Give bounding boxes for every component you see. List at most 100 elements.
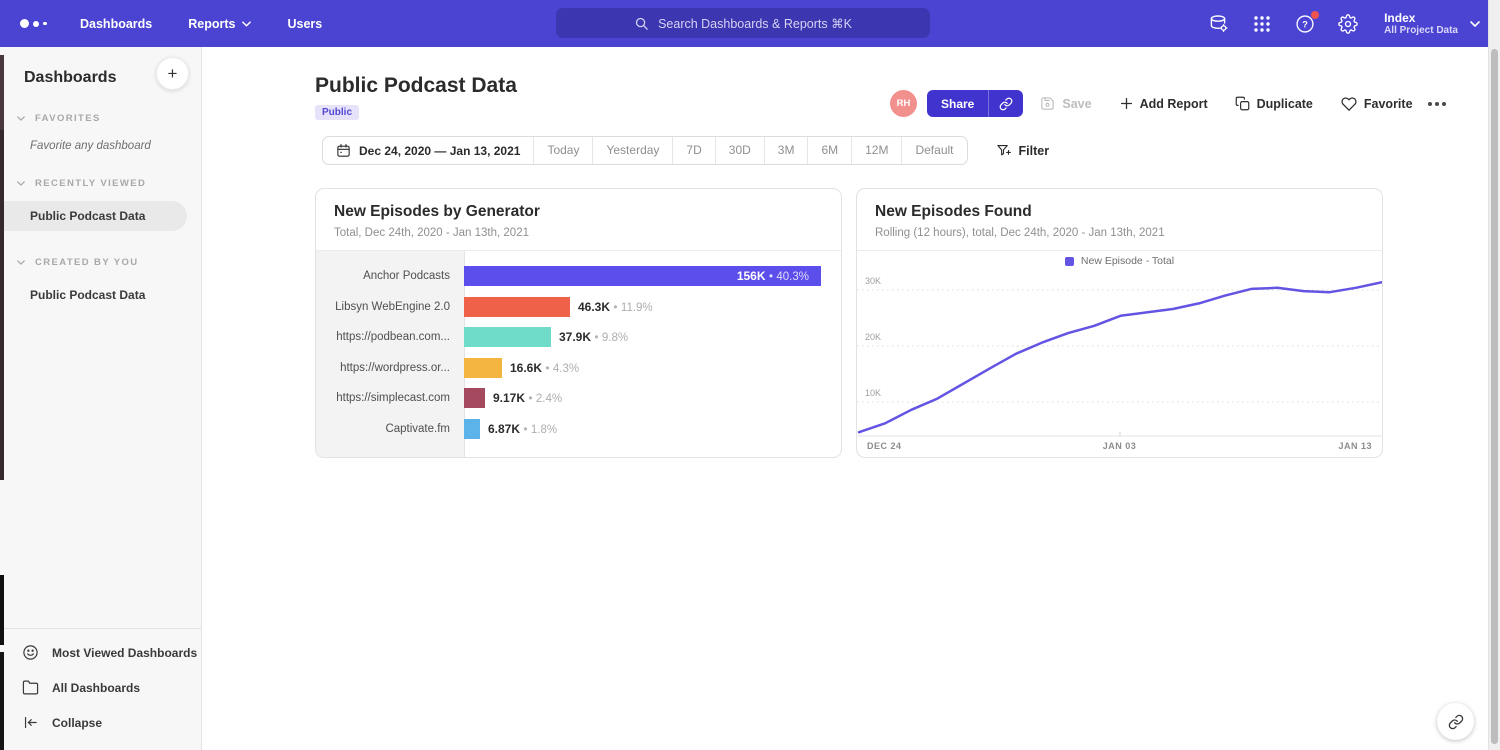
sidebar: Dashboards + FAVORITES Favorite any dash… — [0, 47, 202, 750]
preset-yesterday[interactable]: Yesterday — [592, 137, 672, 164]
preset-30d[interactable]: 30D — [715, 137, 764, 164]
heart-icon — [1341, 96, 1357, 112]
all-dashboards-button[interactable]: All Dashboards — [0, 670, 201, 705]
bar-category-label: Anchor Podcasts — [316, 270, 464, 282]
screen-edge-artifact — [0, 652, 4, 750]
nav-item-reports[interactable]: Reports — [188, 17, 251, 31]
gear-icon[interactable] — [1337, 13, 1359, 35]
chevron-down-icon — [242, 21, 251, 27]
bar-value-label: 156K • 40.3% — [737, 269, 809, 283]
preset-3m[interactable]: 3M — [764, 137, 808, 164]
collapse-sidebar-button[interactable]: Collapse — [0, 705, 201, 740]
preset-7d[interactable]: 7D — [672, 137, 714, 164]
nav-item-label: Dashboards — [80, 17, 152, 31]
section-label: RECENTLY VIEWED — [35, 178, 146, 189]
nav-item-label: Reports — [188, 17, 235, 31]
bar-value-label: 16.6K • 4.3% — [510, 361, 579, 375]
project-scope: All Project Data — [1384, 25, 1458, 37]
bar-category-label: https://podbean.com... — [316, 331, 464, 343]
bar-segment[interactable] — [464, 388, 485, 408]
svg-text:?: ? — [1302, 19, 1308, 29]
card-subtitle: Total, Dec 24th, 2020 - Jan 13th, 2021 — [334, 227, 823, 239]
nav-item-dashboards[interactable]: Dashboards — [80, 17, 152, 31]
plus-icon — [1120, 97, 1133, 110]
sidebar-footer: Most Viewed Dashboards All Dashboards Co… — [0, 628, 201, 750]
bar-segment[interactable] — [464, 297, 570, 317]
screen-edge-artifact — [0, 55, 4, 130]
preset-6m[interactable]: 6M — [807, 137, 851, 164]
filter-button[interactable]: Filter — [996, 143, 1050, 158]
bar-chart: Anchor Podcasts156K • 40.3%Libsyn WebEng… — [316, 251, 841, 457]
favorite-label: Favorite — [1364, 97, 1413, 111]
section-favorites[interactable]: FAVORITES — [0, 113, 201, 124]
toolbar: Dec 24, 2020 — Jan 13, 2021 TodayYesterd… — [322, 136, 1049, 165]
save-label: Save — [1062, 97, 1091, 111]
bar-segment[interactable] — [464, 327, 551, 347]
sidebar-item-public-podcast-data-created[interactable]: Public Podcast Data — [0, 280, 201, 310]
add-report-button[interactable]: Add Report — [1120, 97, 1208, 111]
date-range-label: Dec 24, 2020 — Jan 13, 2021 — [359, 144, 520, 158]
bar-row: https://simplecast.com9.17K • 2.4% — [316, 383, 841, 414]
section-recently-viewed[interactable]: RECENTLY VIEWED — [0, 178, 201, 189]
nav-item-label: Users — [287, 17, 322, 31]
header-actions: RH Share Save Add Report Duplicate Favor… — [890, 90, 1446, 117]
favorite-button[interactable]: Favorite — [1341, 96, 1413, 112]
apps-grid-icon[interactable] — [1251, 13, 1273, 35]
add-dashboard-button[interactable]: + — [156, 57, 189, 90]
bar-segment[interactable] — [464, 419, 480, 439]
filter-label: Filter — [1019, 144, 1050, 158]
avatar[interactable]: RH — [890, 90, 917, 117]
project-switcher[interactable]: Index All Project Data — [1384, 11, 1480, 37]
search-input[interactable]: Search Dashboards & Reports ⌘K — [556, 8, 930, 38]
vertical-scrollbar[interactable] — [1488, 0, 1500, 750]
card-new-episodes-by-generator[interactable]: New Episodes by Generator Total, Dec 24t… — [315, 188, 842, 458]
bar-row: https://podbean.com... 37.9K • 9.8% — [316, 322, 841, 353]
screen-edge-artifact — [0, 575, 4, 645]
duplicate-button[interactable]: Duplicate — [1235, 96, 1313, 111]
most-viewed-dashboards-button[interactable]: Most Viewed Dashboards — [0, 635, 201, 670]
folder-icon — [22, 679, 39, 696]
preset-12m[interactable]: 12M — [851, 137, 901, 164]
share-button[interactable]: Share — [927, 90, 1023, 117]
bar-row: Captivate.fm6.87K • 1.8% — [316, 414, 841, 445]
bar-segment[interactable]: 156K • 40.3% — [464, 266, 821, 286]
bar-category-label: https://wordpress.or... — [316, 362, 464, 374]
save-icon — [1040, 96, 1055, 111]
nav-item-users[interactable]: Users — [287, 17, 322, 31]
footer-item-label: All Dashboards — [52, 681, 140, 695]
copy-link-fab[interactable] — [1437, 703, 1474, 740]
copy-link-button[interactable] — [988, 90, 1023, 117]
scrollbar-thumb[interactable] — [1491, 49, 1498, 744]
legend-label: New Episode - Total — [1081, 255, 1174, 267]
line-series[interactable] — [859, 282, 1382, 432]
legend-swatch — [1065, 257, 1074, 266]
date-range-picker[interactable]: Dec 24, 2020 — Jan 13, 2021 — [323, 143, 533, 158]
section-created-by-you[interactable]: CREATED BY YOU — [0, 257, 201, 268]
help-icon[interactable]: ? — [1294, 13, 1316, 35]
plus-icon: + — [168, 64, 178, 84]
save-button[interactable]: Save — [1040, 96, 1091, 111]
preset-default[interactable]: Default — [901, 137, 966, 164]
more-options-button[interactable] — [1428, 102, 1446, 106]
copy-icon — [1235, 96, 1250, 111]
bar-value-label: 46.3K • 11.9% — [578, 300, 653, 314]
chevron-down-icon — [1470, 21, 1480, 27]
y-axis-tick-label: 10K — [865, 388, 881, 398]
bar-row: https://wordpress.or... 16.6K • 4.3% — [316, 353, 841, 384]
bar-value-label: 9.17K • 2.4% — [493, 391, 562, 405]
preset-today[interactable]: Today — [533, 137, 592, 164]
mixpanel-logo-icon[interactable] — [20, 19, 54, 28]
page-title: Public Podcast Data — [315, 74, 517, 98]
data-icon[interactable] — [1208, 13, 1230, 35]
sidebar-item-public-podcast-data[interactable]: Public Podcast Data — [0, 201, 187, 231]
line-chart — [857, 269, 1382, 441]
bar-segment[interactable] — [464, 358, 502, 378]
bar-value-label: 37.9K • 9.8% — [559, 330, 628, 344]
card-title: New Episodes by Generator — [334, 203, 823, 221]
chart-legend: New Episode - Total — [857, 255, 1382, 267]
card-new-episodes-found[interactable]: New Episodes Found Rolling (12 hours), t… — [856, 188, 1383, 458]
screen-edge-artifact — [0, 130, 4, 480]
notification-badge — [1311, 11, 1319, 19]
bar-category-label: Captivate.fm — [316, 423, 464, 435]
date-range-control: Dec 24, 2020 — Jan 13, 2021 TodayYesterd… — [322, 136, 968, 165]
